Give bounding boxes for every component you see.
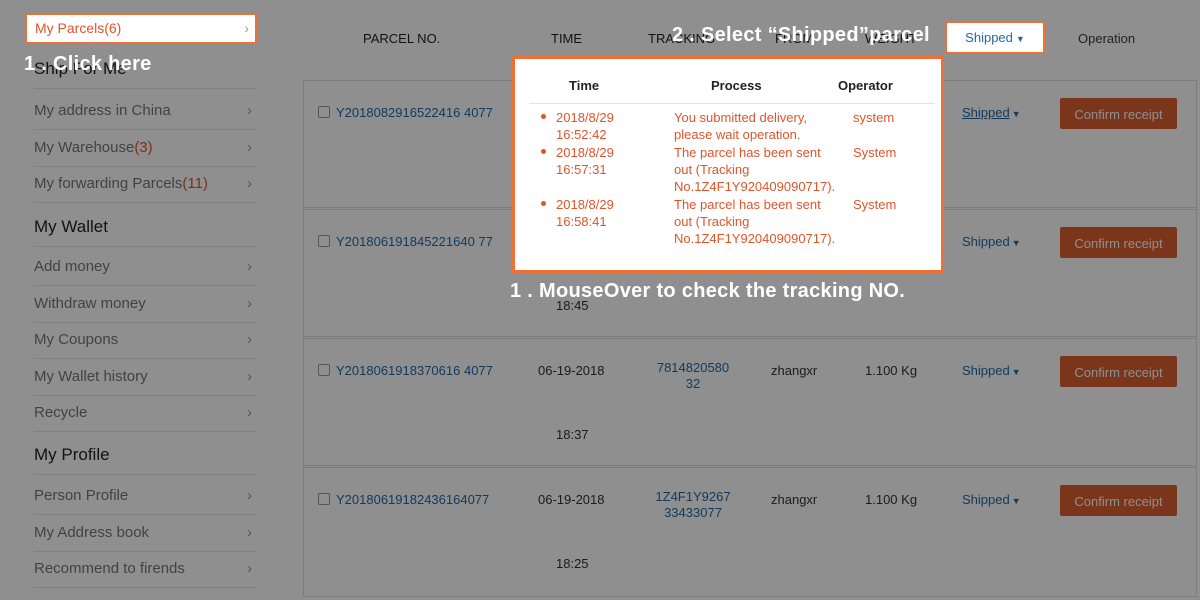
sidebar-item-label: My Parcels — [35, 20, 105, 36]
event-datetime: 2018/8/29 16:52:42 — [556, 109, 614, 143]
tooltip-header-time: Time — [569, 78, 600, 93]
annotation-click-here: 1 . Click here — [24, 53, 152, 75]
event-process: The parcel has been sent out (Tracking No.… — [674, 196, 835, 247]
chevron-right-icon: › — [244, 20, 249, 36]
tracking-tooltip: Time Process Operator 2018/8/29 16:52:42 … — [512, 56, 944, 273]
process-line: out (Tracking — [674, 214, 750, 229]
caret-down-icon: ▼ — [1015, 34, 1025, 44]
event-operator: System — [853, 145, 897, 160]
process-line: please wait operation. — [674, 127, 801, 142]
event-process: You submitted delivery, please wait opera… — [674, 109, 807, 143]
process-line: The parcel has been sent — [674, 197, 821, 212]
timeline-dot — [541, 114, 546, 119]
event-operator: system — [853, 110, 895, 125]
event-date: 2018/8/29 — [556, 110, 614, 125]
status-filter-select[interactable]: Shipped ▼ — [945, 21, 1045, 54]
timeline-dot — [541, 201, 546, 206]
process-line: No.1Z4F1Y920409090717). — [674, 179, 836, 194]
process-line: You submitted delivery, — [674, 110, 807, 125]
event-time: 16:57:31 — [556, 162, 607, 177]
header-operation: Operation — [1078, 31, 1136, 46]
event-datetime: 2018/8/29 16:57:31 — [556, 144, 614, 178]
annotation-select-shipped: 2 . Select “Shipped”parcel — [672, 24, 930, 46]
event-datetime: 2018/8/29 16:58:41 — [556, 196, 614, 230]
sidebar-item-my-parcels[interactable]: My Parcels(6) › — [25, 13, 257, 44]
event-date: 2018/8/29 — [556, 145, 614, 160]
annotation-mouseover: 1 . MouseOver to check the tracking NO. — [510, 280, 906, 302]
process-line: The parcel has been sent — [674, 145, 821, 160]
event-process: The parcel has been sent out (Tracking No.… — [674, 144, 835, 195]
tooltip-header-operator: Operator — [838, 78, 893, 93]
status-filter-value: Shipped — [965, 30, 1013, 45]
tooltip-divider — [529, 103, 935, 104]
count-badge: (6) — [104, 20, 122, 36]
timeline-dot — [541, 149, 546, 154]
event-time: 16:52:42 — [556, 127, 607, 142]
event-time: 16:58:41 — [556, 214, 607, 229]
tooltip-header-process: Process — [711, 78, 762, 93]
event-operator: System — [853, 197, 897, 212]
process-line: No.1Z4F1Y920409090717). — [674, 231, 836, 246]
event-date: 2018/8/29 — [556, 197, 614, 212]
process-line: out (Tracking — [674, 162, 750, 177]
